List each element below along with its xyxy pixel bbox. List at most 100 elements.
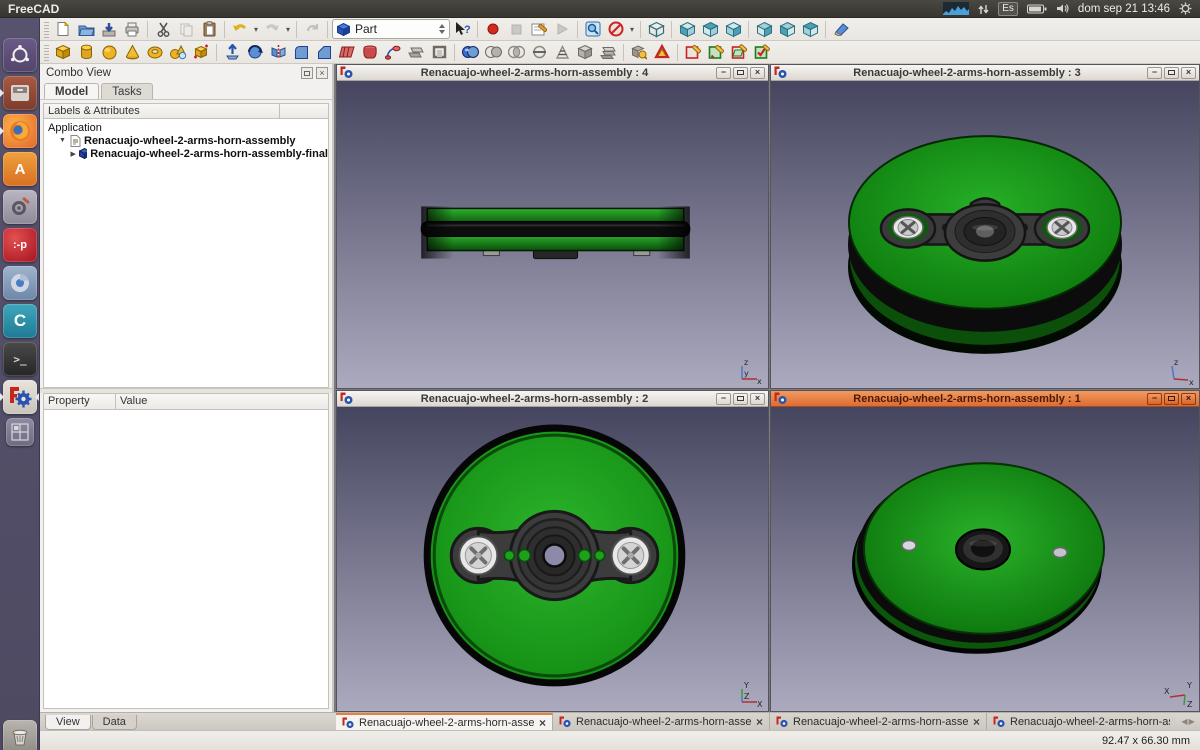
close-button[interactable]: ×: [750, 393, 765, 405]
window-titlebar[interactable]: Renacuajo-wheel-2-arms-horn-assembly : 2…: [337, 391, 768, 407]
part-ruled-surface-button[interactable]: [336, 42, 358, 63]
macro-edit-button[interactable]: [528, 19, 550, 40]
tab-view[interactable]: View: [45, 715, 91, 730]
part-extrude-button[interactable]: [221, 42, 243, 63]
view-bottom-button[interactable]: [776, 19, 798, 40]
part-box-button[interactable]: [52, 42, 74, 63]
toolbar-grip[interactable]: [44, 21, 49, 38]
view-left-button[interactable]: [799, 19, 821, 40]
view-top-button[interactable]: [699, 19, 721, 40]
cut-button[interactable]: [152, 19, 174, 40]
tab-data[interactable]: Data: [92, 715, 137, 730]
tab-scroll-right[interactable]: ▶: [1189, 717, 1195, 726]
viewport-top[interactable]: Y Z X: [337, 407, 768, 711]
keyboard-layout-indicator[interactable]: Es: [998, 2, 1018, 16]
sketch-map-button[interactable]: [728, 42, 750, 63]
tree-item-document[interactable]: ▼ Renacuajo-wheel-2-arms-horn-assembly: [48, 134, 328, 147]
window-tab-2[interactable]: Renacuajo-wheel-2-arms-horn-assembly : 2…: [553, 713, 770, 730]
check-geometry-button[interactable]: [628, 42, 650, 63]
boolean-common-button[interactable]: [505, 42, 527, 63]
part-cone-button[interactable]: [121, 42, 143, 63]
sketch-edit-button[interactable]: [705, 42, 727, 63]
part-fillet-button[interactable]: [290, 42, 312, 63]
view-right-button[interactable]: [722, 19, 744, 40]
copy-button[interactable]: [175, 19, 197, 40]
mdi-window-1[interactable]: Renacuajo-wheel-2-arms-horn-assembly : 1…: [770, 390, 1200, 712]
tab-model[interactable]: Model: [44, 83, 99, 99]
paste-button[interactable]: [198, 19, 220, 40]
undo-button[interactable]: [229, 19, 251, 40]
window-titlebar[interactable]: Renacuajo-wheel-2-arms-horn-assembly : 3…: [771, 65, 1199, 81]
panel-float-button[interactable]: [301, 67, 313, 79]
tree-root[interactable]: Application: [48, 121, 328, 134]
tab-close-icon[interactable]: ×: [756, 715, 763, 729]
property-list[interactable]: [44, 410, 328, 708]
view-axonometric-button[interactable]: [645, 19, 667, 40]
mdi-window-2[interactable]: Renacuajo-wheel-2-arms-horn-assembly : 2…: [336, 390, 769, 712]
part-cross-sections-button[interactable]: [551, 42, 573, 63]
tab-scroll-left[interactable]: ◀: [1181, 717, 1187, 726]
launcher-dash-button[interactable]: [3, 38, 37, 72]
minimize-button[interactable]: −: [1147, 393, 1162, 405]
launcher-freecad-icon[interactable]: [3, 380, 37, 414]
undo-dropdown[interactable]: ▾: [252, 25, 260, 34]
close-button[interactable]: ×: [750, 67, 765, 79]
minimize-button[interactable]: −: [716, 393, 731, 405]
launcher-c-app-icon[interactable]: C: [3, 304, 37, 338]
part-compound-button[interactable]: [574, 42, 596, 63]
mdi-window-3[interactable]: Renacuajo-wheel-2-arms-horn-assembly : 3…: [770, 64, 1200, 389]
part-shapebuilder-button[interactable]: [190, 42, 212, 63]
part-cylinder-button[interactable]: [75, 42, 97, 63]
save-button[interactable]: [98, 19, 120, 40]
toolbar-grip[interactable]: [44, 44, 49, 61]
tab-close-icon[interactable]: ×: [539, 716, 546, 730]
part-sphere-button[interactable]: [98, 42, 120, 63]
part-revolve-button[interactable]: [244, 42, 266, 63]
viewport-isometric[interactable]: z x: [771, 81, 1199, 388]
whats-this-button[interactable]: ?: [451, 19, 473, 40]
tree-expander[interactable]: ▼: [58, 137, 67, 144]
defeaturing-button[interactable]: [651, 42, 673, 63]
redo-button[interactable]: [261, 19, 283, 40]
mdi-window-4[interactable]: Renacuajo-wheel-2-arms-horn-assembly : 4…: [336, 64, 769, 389]
view-rear-button[interactable]: [753, 19, 775, 40]
macro-play-button[interactable]: [551, 19, 573, 40]
macro-record-button[interactable]: [482, 19, 504, 40]
draw-style-button[interactable]: [605, 19, 627, 40]
viewport-bottom-isometric[interactable]: Y X Z: [771, 407, 1199, 711]
value-column-header[interactable]: Value: [116, 394, 328, 409]
view-front-button[interactable]: [676, 19, 698, 40]
window-tab-1[interactable]: Renacuajo-wheel-2-arms-horn-assembly : 1…: [336, 713, 553, 730]
part-offset-button[interactable]: [405, 42, 427, 63]
tree-header-label[interactable]: Labels & Attributes: [44, 104, 280, 118]
window-titlebar[interactable]: Renacuajo-wheel-2-arms-horn-assembly : 1…: [771, 391, 1199, 407]
launcher-settings-icon[interactable]: [3, 190, 37, 224]
measure-button[interactable]: [830, 19, 852, 40]
launcher-terminal-icon[interactable]: >_: [3, 342, 37, 376]
part-chamfer-button[interactable]: [313, 42, 335, 63]
workbench-spinner[interactable]: [439, 24, 445, 34]
window-tab-3[interactable]: Renacuajo-wheel-2-arms-horn-assembly : 3…: [770, 713, 987, 730]
part-sweep-button[interactable]: [382, 42, 404, 63]
launcher-chromium-icon[interactable]: [3, 266, 37, 300]
print-button[interactable]: [121, 19, 143, 40]
window-tab-4[interactable]: Renacuajo-wheel-2-arms-horn-assembly :: [987, 713, 1176, 730]
maximize-button[interactable]: [1164, 67, 1179, 79]
system-monitor-icon[interactable]: [943, 2, 969, 15]
battery-icon[interactable]: [1027, 4, 1047, 14]
session-gear-icon[interactable]: [1179, 2, 1192, 15]
launcher-software-center-icon[interactable]: A: [3, 152, 37, 186]
tree-expander[interactable]: ▶: [70, 150, 76, 158]
property-column-header[interactable]: Property: [44, 394, 116, 409]
part-torus-button[interactable]: [144, 42, 166, 63]
redo-dropdown[interactable]: ▾: [284, 25, 292, 34]
part-compsolid-button[interactable]: [597, 42, 619, 63]
sketch-validate-button[interactable]: [751, 42, 773, 63]
maximize-button[interactable]: [733, 67, 748, 79]
boolean-union-button[interactable]: [459, 42, 481, 63]
tab-tasks[interactable]: Tasks: [101, 83, 152, 99]
minimize-button[interactable]: −: [1147, 67, 1162, 79]
part-thickness-button[interactable]: [428, 42, 450, 63]
boolean-cut-button[interactable]: [482, 42, 504, 63]
clock[interactable]: dom sep 21 13:46: [1078, 3, 1170, 15]
